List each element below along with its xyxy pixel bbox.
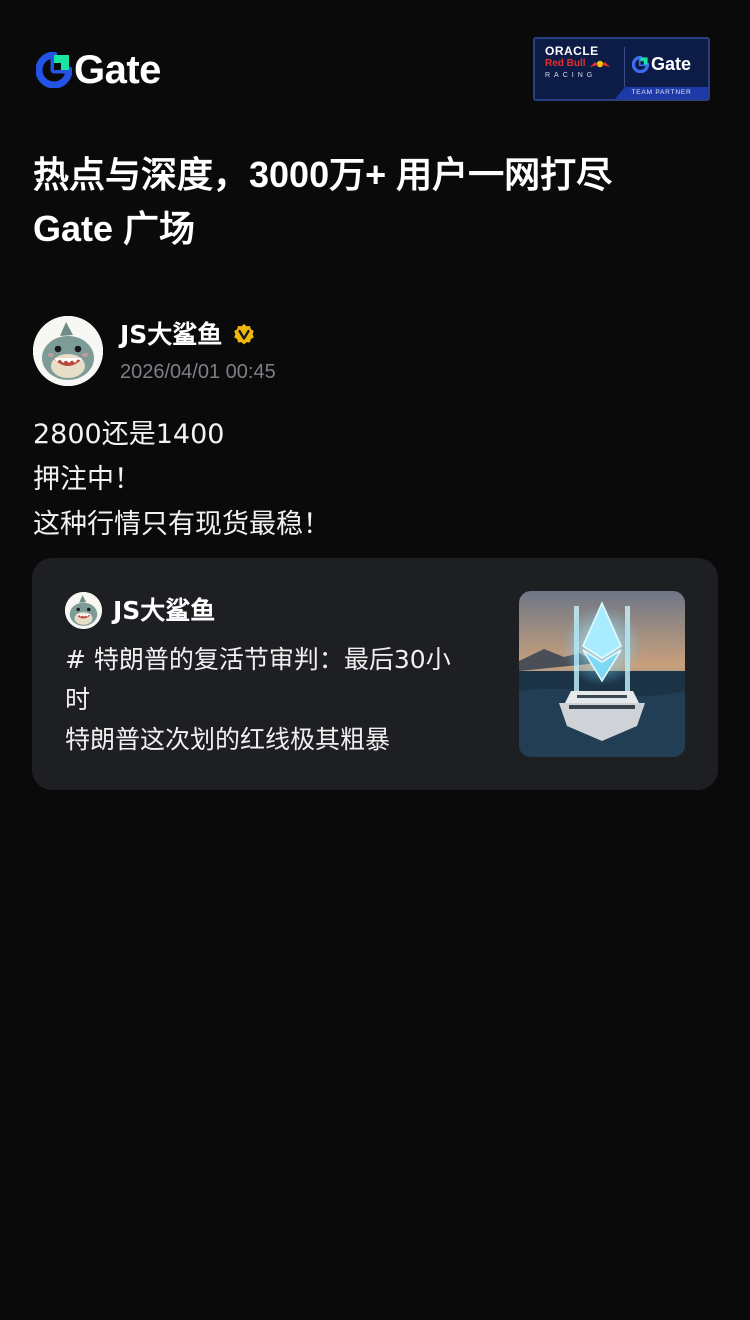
gate-logo-icon	[632, 56, 649, 73]
gate-logo[interactable]: Gate	[36, 50, 161, 90]
redbull-label: Red Bull	[545, 58, 619, 70]
post-content: 2800还是1400 押注中！ 这种行情只有现货最稳！	[33, 412, 330, 547]
post-line: 2800还是1400	[33, 419, 225, 450]
team-partner-label: TEAM PARTNER	[615, 87, 708, 99]
badge-gate-logo: Gate	[632, 54, 691, 75]
shark-avatar-icon	[65, 592, 102, 629]
post-line: 押注中！	[33, 464, 141, 495]
post-line: 这种行情只有现货最稳！	[33, 509, 330, 540]
quoted-author-name: JS大鲨鱼	[113, 596, 216, 625]
quoted-post-text: # 特朗普的复活节审判：最后30小 时 特朗普这次划的红线极其粗暴	[65, 640, 495, 760]
shark-avatar-icon	[33, 316, 103, 386]
author-avatar[interactable]	[33, 316, 103, 386]
racing-label: RACING	[545, 72, 597, 79]
red-bull-icon	[589, 60, 610, 68]
author-name[interactable]: JS大鲨鱼	[120, 318, 222, 352]
author-name-row[interactable]: JS大鲨鱼	[120, 318, 256, 352]
oracle-label: ORACLE	[545, 44, 599, 58]
quoted-text-line: 特朗普这次划的红线极其粗暴	[65, 725, 391, 754]
page: Gate ORACLE Red Bull RACING Gate TEAM PA…	[0, 0, 750, 1320]
badge-divider	[624, 47, 625, 87]
ethereum-yacht-image	[519, 591, 685, 757]
quoted-text-line: 时	[65, 685, 91, 714]
logo-text: Gate	[74, 48, 161, 92]
headline-line-1: 热点与深度，3000万+ 用户一网打尽	[33, 154, 613, 195]
quoted-post-thumbnail	[519, 591, 685, 757]
quoted-post-card[interactable]: JS大鲨鱼 # 特朗普的复活节审判：最后30小 时 特朗普这次划的红线极其粗暴	[32, 558, 718, 790]
quoted-text-line: # 特朗普的复活节审判：最后30小	[65, 645, 451, 674]
quoted-author-avatar	[65, 592, 102, 629]
partner-badge: ORACLE Red Bull RACING Gate TEAM PARTNER	[533, 37, 710, 101]
page-headline: 热点与深度，3000万+ 用户一网打尽 Gate 广场	[33, 148, 723, 256]
post-timestamp: 2026/04/01 00:45	[120, 361, 276, 383]
verified-badge-icon	[234, 324, 255, 345]
headline-line-2: Gate 广场	[33, 208, 196, 249]
gate-logo-icon	[36, 52, 72, 88]
